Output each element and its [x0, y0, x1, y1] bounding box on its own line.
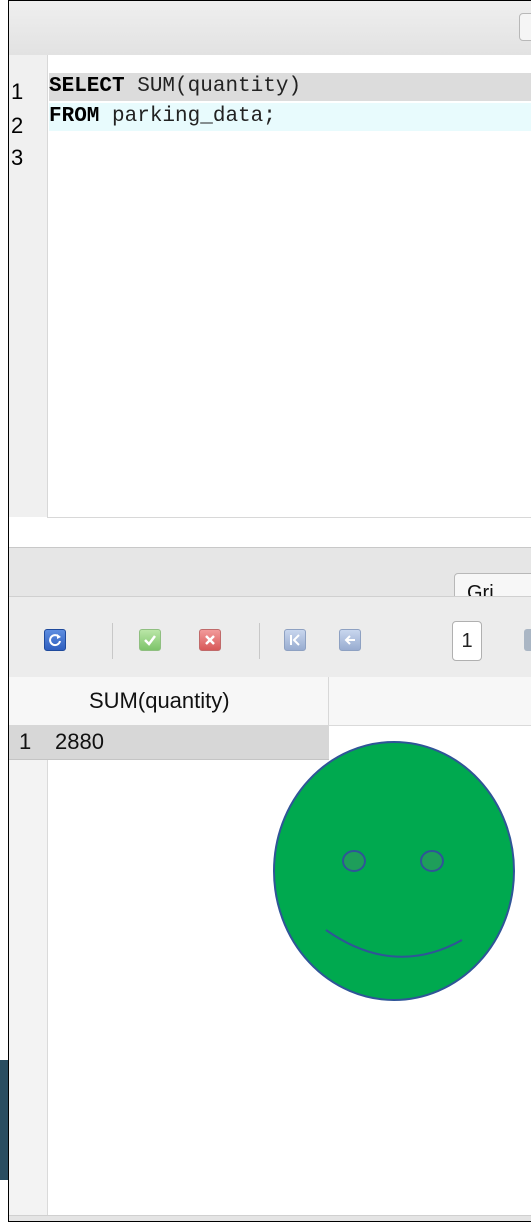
next-page-icon[interactable] — [524, 629, 531, 651]
code-line-2[interactable]: FROM parking_data; — [49, 103, 531, 131]
first-page-icon[interactable] — [284, 629, 306, 651]
toolbar-separator — [112, 623, 113, 659]
code-line-3[interactable] — [49, 133, 531, 161]
column-header-row: SUM(quantity) — [9, 677, 531, 726]
grid-corner — [9, 677, 49, 725]
code-line-1[interactable]: SELECT SUM(quantity) — [49, 73, 531, 101]
editor-tab-bar — [9, 1, 531, 56]
sql-code: parking_data; — [99, 105, 276, 128]
sql-code: SUM(quantity) — [124, 75, 302, 98]
toolbar-separator — [259, 623, 260, 659]
grid-horizontal-scrollbar[interactable] — [9, 1215, 531, 1221]
commit-icon[interactable] — [139, 629, 161, 651]
line-number: 3 — [11, 145, 24, 170]
column-header-sum-quantity[interactable]: SUM(quantity) — [49, 677, 329, 725]
smiley-right-eye — [420, 850, 444, 872]
page-number-input[interactable]: 1 — [452, 621, 482, 661]
line-number: 2 — [11, 113, 24, 138]
smiley-left-eye — [342, 850, 366, 872]
smiley-face-icon — [273, 741, 515, 1001]
editor-tab-stub[interactable] — [519, 13, 531, 41]
rollback-icon[interactable] — [199, 629, 221, 651]
cell-sum-quantity[interactable]: 2880 — [55, 725, 104, 759]
refresh-icon[interactable] — [44, 629, 66, 651]
sql-editor[interactable]: 1 2 3 SELECT SUM(quantity) FROM parking_… — [9, 55, 531, 548]
line-number: 1 — [11, 79, 24, 104]
editor-horizontal-scrollbar[interactable] — [47, 517, 531, 546]
results-toolbar: 1 — [9, 597, 531, 677]
row-number: 1 — [19, 729, 32, 754]
smiley-head — [273, 741, 515, 1001]
sql-keyword: SELECT — [49, 75, 125, 98]
sql-client-window: 1 2 3 SELECT SUM(quantity) FROM parking_… — [8, 0, 531, 1222]
sql-keyword: FROM — [49, 105, 100, 128]
previous-page-icon[interactable] — [339, 629, 361, 651]
results-tab-bar: Gri — [9, 548, 531, 611]
row-number-gutter — [9, 725, 48, 1215]
